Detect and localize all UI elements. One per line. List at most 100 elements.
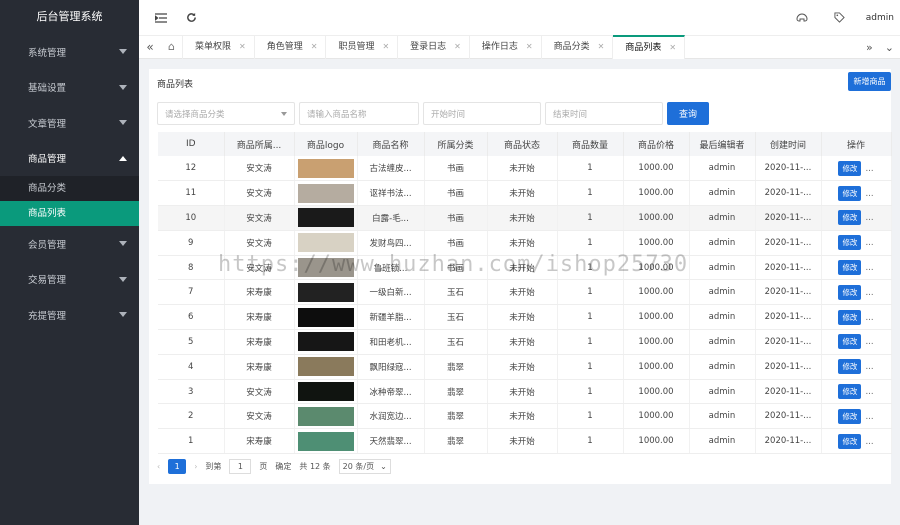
- close-icon[interactable]: ✕: [382, 35, 389, 59]
- cell-editor: admin: [689, 156, 756, 182]
- chevron-down-icon[interactable]: ⌄: [885, 41, 894, 54]
- product-thumbnail: [297, 357, 354, 377]
- more-actions[interactable]: ...: [865, 189, 873, 199]
- product-name-input[interactable]: 请输入商品名称: [299, 102, 419, 125]
- tab-staff[interactable]: 职员管理 ✕: [326, 35, 399, 59]
- cell-name: 新疆羊脂...: [357, 304, 425, 331]
- tabs-prev-icon[interactable]: «: [139, 40, 161, 54]
- add-product-button[interactable]: 新增商品: [848, 72, 891, 91]
- more-actions[interactable]: ...: [865, 412, 873, 422]
- cell-editor: admin: [689, 329, 756, 355]
- cell-created: 2020-11-...: [755, 329, 822, 355]
- home-icon[interactable]: ⌂: [161, 35, 183, 59]
- edit-button[interactable]: 修改: [838, 359, 862, 375]
- cell-name: 飘阳绿寇...: [357, 354, 425, 380]
- edit-button[interactable]: 修改: [838, 235, 862, 251]
- query-button[interactable]: 查询: [667, 102, 709, 125]
- close-icon[interactable]: ✕: [669, 36, 676, 60]
- edit-button[interactable]: 修改: [838, 408, 862, 424]
- edit-button[interactable]: 修改: [838, 210, 862, 226]
- cell-actions: 修改...: [821, 428, 892, 455]
- sidebar-item-product-category[interactable]: 商品分类: [0, 176, 139, 201]
- tab-operation-log[interactable]: 操作日志 ✕: [470, 35, 542, 59]
- close-icon[interactable]: ✕: [311, 35, 318, 59]
- category-select[interactable]: 请选择商品分类: [157, 102, 295, 125]
- sidebar-item-members[interactable]: 会员管理: [0, 226, 139, 262]
- more-actions[interactable]: ...: [865, 288, 873, 298]
- close-icon[interactable]: ✕: [239, 35, 246, 59]
- page-size-select[interactable]: 20 条/页 ⌄: [338, 459, 391, 474]
- tab-product-category[interactable]: 商品分类 ✕: [542, 35, 614, 59]
- chevron-down-icon: [281, 111, 287, 116]
- more-actions[interactable]: ...: [865, 437, 873, 447]
- product-thumbnail: [297, 282, 354, 302]
- close-icon[interactable]: ✕: [454, 35, 461, 59]
- goto-confirm-button[interactable]: 确定: [275, 461, 291, 472]
- more-actions[interactable]: ...: [865, 313, 873, 323]
- tag-icon[interactable]: [828, 6, 852, 30]
- tab-roles[interactable]: 角色管理 ✕: [255, 35, 327, 59]
- cell-logo: [294, 403, 358, 430]
- cell-actions: 修改...: [821, 205, 892, 231]
- cell-owner: 宋寿康: [224, 279, 295, 306]
- sidebar-item-system[interactable]: 系统管理: [0, 34, 139, 70]
- edit-button[interactable]: 修改: [838, 185, 862, 201]
- col-price: 商品价格: [623, 132, 690, 156]
- theme-icon[interactable]: [790, 6, 814, 30]
- sidebar-item-articles[interactable]: 文章管理: [0, 105, 139, 141]
- more-actions[interactable]: ...: [865, 387, 873, 397]
- refresh-icon[interactable]: [179, 6, 203, 30]
- cell-editor: admin: [689, 279, 756, 306]
- cell-status: 未开始: [487, 329, 558, 355]
- sidebar-item-deposits[interactable]: 充提管理: [0, 297, 139, 333]
- cell-price: 1000.00: [623, 156, 690, 182]
- next-page-icon[interactable]: ›: [194, 462, 197, 471]
- cell-owner: 安文涛: [224, 379, 295, 405]
- col-name: 商品名称: [357, 132, 425, 156]
- cell-qty: 1: [557, 180, 624, 207]
- chevron-down-icon: [119, 276, 127, 282]
- cell-name: 白露-毛...: [357, 205, 425, 231]
- sidebar-item-products[interactable]: 商品管理: [0, 141, 139, 177]
- cell-editor: admin: [689, 205, 756, 231]
- chevron-down-icon: [119, 49, 127, 55]
- close-icon[interactable]: ✕: [526, 35, 533, 59]
- goto-page-input[interactable]: 1: [229, 459, 252, 474]
- edit-button[interactable]: 修改: [838, 160, 862, 176]
- edit-button[interactable]: 修改: [838, 284, 862, 300]
- sidebar-item-product-list[interactable]: 商品列表: [0, 201, 139, 226]
- tabs-next-icon[interactable]: »: [866, 41, 873, 54]
- tab-login-log[interactable]: 登录日志 ✕: [398, 35, 470, 59]
- prev-page-icon[interactable]: ‹: [157, 462, 160, 471]
- cell-status: 未开始: [487, 205, 558, 231]
- tab-product-list[interactable]: 商品列表 ✕: [613, 35, 686, 60]
- sidebar-item-trades[interactable]: 交易管理: [0, 262, 139, 298]
- edit-button[interactable]: 修改: [838, 334, 862, 350]
- cell-editor: admin: [689, 230, 756, 256]
- edit-button[interactable]: 修改: [838, 260, 862, 276]
- page-current[interactable]: 1: [168, 459, 187, 474]
- more-actions[interactable]: ...: [865, 263, 873, 273]
- close-icon[interactable]: ✕: [598, 35, 605, 59]
- start-time-input[interactable]: 开始时间: [423, 102, 541, 125]
- col-category: 所属分类: [424, 132, 488, 156]
- more-actions[interactable]: ...: [865, 164, 873, 174]
- cell-editor: admin: [689, 255, 756, 281]
- end-time-input[interactable]: 结束时间: [545, 102, 663, 125]
- edit-button[interactable]: 修改: [838, 433, 862, 449]
- tab-menu-permission[interactable]: 菜单权限 ✕: [183, 35, 255, 59]
- menu-fold-icon[interactable]: [149, 6, 173, 30]
- cell-id: 1: [158, 428, 225, 455]
- sidebar-item-basic-settings[interactable]: 基础设置: [0, 70, 139, 106]
- more-actions[interactable]: ...: [865, 362, 873, 372]
- cell-price: 1000.00: [623, 354, 690, 380]
- more-actions[interactable]: ...: [865, 238, 873, 248]
- edit-button[interactable]: 修改: [838, 309, 862, 325]
- products-submenu: 商品分类 商品列表: [0, 176, 139, 226]
- user-menu[interactable]: admin: [866, 13, 894, 23]
- filter-bar: 请选择商品分类 请输入商品名称 开始时间 结束时间 查询: [157, 102, 709, 125]
- cell-name: 水润宽边...: [357, 403, 425, 430]
- more-actions[interactable]: ...: [865, 337, 873, 347]
- more-actions[interactable]: ...: [865, 213, 873, 223]
- edit-button[interactable]: 修改: [838, 384, 862, 400]
